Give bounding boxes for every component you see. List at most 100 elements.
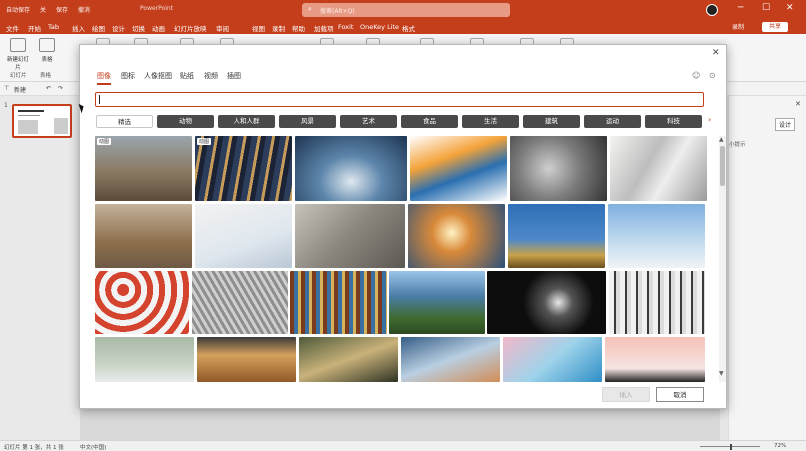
category-chip[interactable]: 生活	[462, 115, 519, 128]
stock-image-concrete-hall[interactable]	[295, 204, 405, 268]
record-button[interactable]: 录制	[732, 22, 744, 31]
autosave-label[interactable]: 自动保存	[6, 5, 30, 14]
settings-icon[interactable]: ⊙	[709, 71, 716, 80]
group-label-slides: 幻灯片	[10, 73, 27, 79]
qat-new-icon[interactable]: ⊤	[4, 85, 9, 92]
qat-redo-icon[interactable]: ↷	[58, 85, 63, 92]
tab-view[interactable]: 视图	[252, 23, 265, 33]
tab-stickers[interactable]: 贴纸	[180, 71, 194, 81]
stock-image-library[interactable]	[290, 271, 387, 334]
designer-pane: ✕ 设计 小提示	[728, 96, 806, 440]
tab-illustrations[interactable]: 插图	[227, 71, 241, 81]
scrollbar-thumb[interactable]	[720, 146, 725, 186]
tab-tab[interactable]: Tab	[48, 23, 59, 31]
insert-button[interactable]: 插入	[602, 387, 650, 402]
stock-image-paint-splash[interactable]	[410, 136, 507, 201]
chevron-right-icon[interactable]: ›	[708, 115, 711, 124]
tab-record[interactable]: 录制	[272, 23, 285, 33]
search-input[interactable]	[102, 94, 697, 105]
scroll-up-icon[interactable]: ▲	[719, 136, 724, 143]
stock-image-metal-bowl[interactable]	[510, 136, 607, 201]
tab-design[interactable]: 设计	[112, 23, 125, 33]
category-chip[interactable]: 风景	[279, 115, 336, 128]
share-button[interactable]: 共享	[762, 22, 788, 32]
stock-image-beach-wave[interactable]	[503, 337, 602, 382]
stock-image-bread[interactable]	[197, 337, 296, 382]
close-icon[interactable]: ✕	[712, 48, 720, 58]
scroll-down-icon[interactable]: ▼	[719, 370, 724, 377]
stock-image-glacier[interactable]	[295, 136, 407, 201]
zoom-slider-thumb[interactable]	[730, 444, 732, 450]
autosave-state[interactable]: 关	[40, 5, 46, 14]
new-slide-label: 新建幻灯片	[6, 57, 29, 71]
slide-thumbnail[interactable]	[12, 104, 72, 138]
stock-image-baby-sleep[interactable]	[401, 337, 500, 382]
title-search-box[interactable]: ⌕ 搜索(Alt+Q)	[302, 3, 510, 17]
tab-icons[interactable]: 图标	[121, 71, 135, 81]
stock-image-phone-hand[interactable]	[195, 204, 292, 268]
stock-image-crane-sunset[interactable]	[605, 337, 705, 382]
tab-transitions[interactable]: 切换	[132, 23, 145, 33]
stock-image-crown[interactable]	[487, 271, 606, 334]
category-chip[interactable]: 食品	[401, 115, 458, 128]
tab-help[interactable]: 帮助	[292, 23, 305, 33]
avatar[interactable]	[706, 4, 718, 16]
tab-home[interactable]: 开始	[28, 23, 41, 33]
maximize-icon[interactable]: ☐	[762, 3, 770, 13]
stock-image-cactus[interactable]	[508, 204, 605, 268]
category-chip[interactable]: 精选	[96, 115, 153, 128]
category-chip[interactable]: 运动	[584, 115, 641, 128]
tab-addins[interactable]: 加载项	[314, 23, 334, 33]
undo-button[interactable]: 撤消	[78, 5, 90, 14]
stock-image-bookshelf[interactable]: 动图	[195, 136, 292, 201]
thumb-image-block	[18, 120, 38, 134]
tab-file[interactable]: 文件	[6, 23, 19, 33]
category-chip[interactable]: 科技	[645, 115, 702, 128]
stock-image-glass-ball[interactable]	[408, 204, 505, 268]
category-chip[interactable]: 人和人群	[218, 115, 275, 128]
close-window-icon[interactable]: ✕	[786, 3, 794, 13]
stock-image-coastline[interactable]: 动图	[95, 136, 192, 201]
tab-onekey[interactable]: OneKey Lite	[360, 23, 399, 31]
stock-image-birch-trees[interactable]	[609, 271, 705, 334]
search-box[interactable]	[95, 92, 704, 107]
slide-thumbnail-pane: 1	[0, 96, 80, 440]
language-indicator[interactable]: 中文(中国)	[80, 443, 106, 451]
stock-image-lake-valley[interactable]	[389, 271, 485, 334]
stock-image-umbrellas[interactable]	[95, 271, 189, 334]
text-caret	[99, 95, 100, 104]
image-grid-scrollbar[interactable]: ▲ ▼	[719, 136, 726, 382]
minimize-icon[interactable]: ─	[738, 3, 743, 13]
qat-undo-icon[interactable]: ↶	[46, 85, 51, 92]
new-slide-button[interactable]: 新建幻灯片	[6, 38, 30, 71]
tab-slideshow[interactable]: 幻灯片放映	[174, 23, 207, 33]
image-grid: 动图 动图	[95, 136, 719, 382]
category-chip[interactable]: 艺术	[340, 115, 397, 128]
tab-images[interactable]: 图像	[97, 71, 111, 85]
pane-close-icon[interactable]: ✕	[795, 100, 801, 108]
zoom-level[interactable]: 72%	[774, 443, 786, 449]
category-chip[interactable]: 动物	[157, 115, 214, 128]
stock-image-bridge-fog[interactable]	[608, 204, 705, 268]
stock-image-paper-people[interactable]	[95, 337, 194, 382]
table-button[interactable]: 表格	[36, 38, 58, 63]
tab-animations[interactable]: 动画	[152, 23, 165, 33]
designer-button[interactable]: 设计	[775, 118, 796, 131]
stock-image-wood-grain[interactable]	[192, 271, 288, 334]
category-chip[interactable]: 建筑	[523, 115, 580, 128]
tab-draw[interactable]: 绘图	[92, 23, 105, 33]
tab-format[interactable]: 格式	[402, 23, 415, 33]
tab-cutout-people[interactable]: 人像抠图	[144, 71, 172, 81]
document-title: PowerPoint	[140, 5, 174, 12]
tab-review[interactable]: 审阅	[216, 23, 229, 33]
tab-videos[interactable]: 视频	[204, 71, 218, 81]
tab-foxit[interactable]: Foxit	[338, 23, 354, 31]
save-button[interactable]: 保存	[56, 5, 68, 14]
stock-image-open-book[interactable]	[610, 136, 707, 201]
feedback-icon[interactable]: ☺	[692, 71, 700, 80]
cancel-button[interactable]: 取消	[656, 387, 704, 402]
stock-image-mushrooms[interactable]	[299, 337, 398, 382]
stock-image-woodshop[interactable]	[95, 204, 192, 268]
designer-hint: 小提示	[729, 142, 746, 148]
qat-new[interactable]: 新建	[14, 85, 26, 94]
